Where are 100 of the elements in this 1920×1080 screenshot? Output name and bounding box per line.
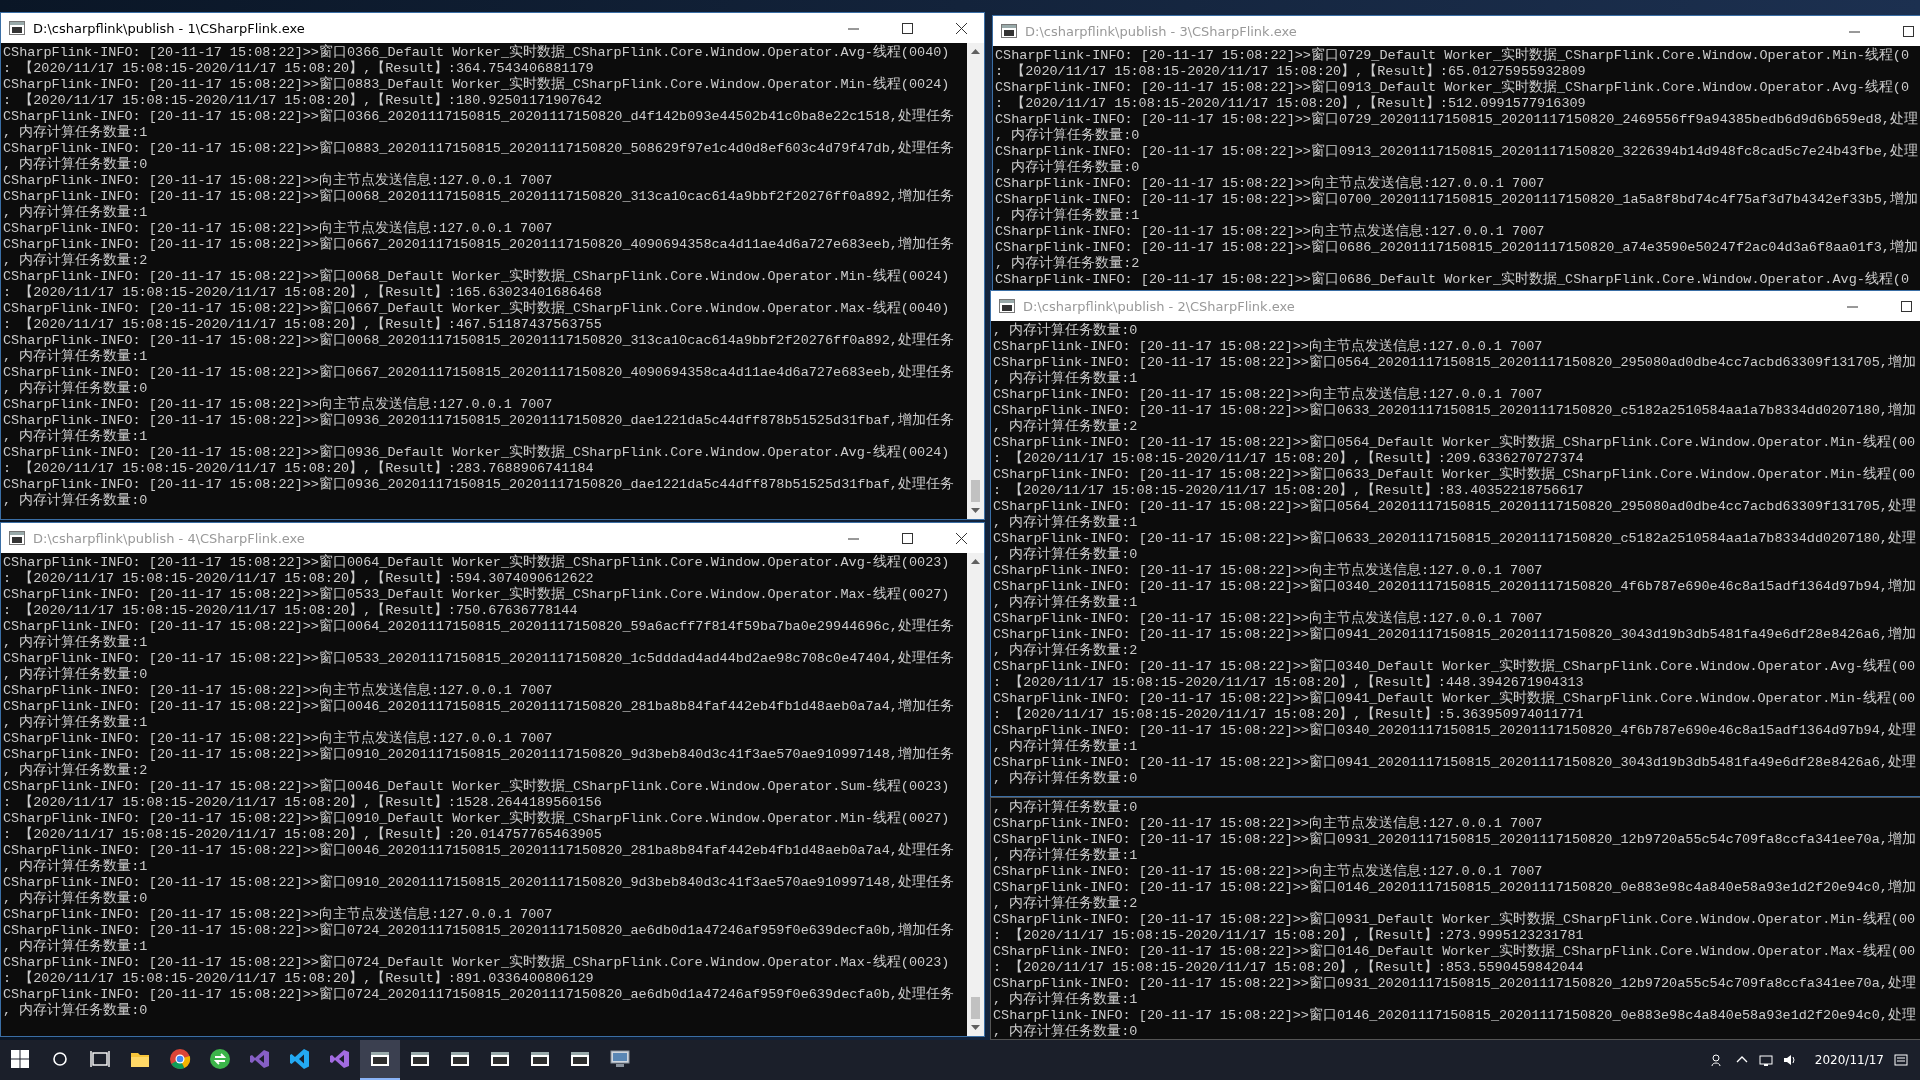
- console-line: CSharpFlink-INFO: [20-11-17 15:08:22]>>窗口0931_Default Worker_实时数据_CSharpFlink.Core.Window.Operator.Min-线程(00: [993, 912, 1917, 927]
- console-line: , 内存计算任务数量:1: [993, 515, 1139, 531]
- console-line: CSharpFlink-INFO: [20-11-17 15:08:22]>>向主节点发送信息:127.0.0.1 7007: [995, 224, 1546, 239]
- console-line: CSharpFlink-INFO: [20-11-17 15:08:22]>>窗口0910_20201117150815_20201117150820_9d3beb840d3c41f3ae570ae910997148,增加任务: [3, 747, 955, 762]
- arrow-up-icon[interactable]: [971, 557, 980, 566]
- console-line: , 内存计算任务数量:0: [993, 547, 1139, 563]
- console-line: , 内存计算任务数量:1: [993, 595, 1139, 611]
- console-line: CSharpFlink-INFO: [20-11-17 15:08:22]>>窗口0667_20201117150815_20201117150820_4090694358ca4d11ae4d6a727e683eeb,处理任务: [3, 365, 955, 380]
- console-line: CSharpFlink-INFO: [20-11-17 15:08:22]>>向主节点发送信息:127.0.0.1 7007: [3, 397, 554, 412]
- console-line: CSharpFlink-INFO: [20-11-17 15:08:22]>>窗口0700_20201117150815_20201117150820_1a5a8f8bd74c4f75af3d7b4342ef33b5,增加: [995, 192, 1919, 207]
- console-line: CSharpFlink-INFO: [20-11-17 15:08:22]>>窗口0046_20201117150815_20201117150820_281ba8b84faf442eb4fb1d48aeb0a7a4,处理任务: [3, 843, 955, 858]
- console-line: : 【2020/11/17 15:08:15-2020/11/17 15:08:20】,【Result】:364.7543406881179: [3, 61, 595, 76]
- console-line: CSharpFlink-INFO: [20-11-17 15:08:22]>>窗口0068_20201117150815_20201117150820_313ca10cac614a9bbf2f20276ff0a892,增加任务: [3, 189, 955, 204]
- console-line: CSharpFlink-INFO: [20-11-17 15:08:22]>>窗口0564_Default Worker_实时数据_CSharpFlink.Core.Window.Operator.Min-线程(00: [993, 435, 1917, 450]
- console-line: : 【2020/11/17 15:08:15-2020/11/17 15:08:20】,【Result】:853.5590459842044: [993, 960, 1585, 975]
- console-line: CSharpFlink-INFO: [20-11-17 15:08:22]>>窗口0633_Default Worker_实时数据_CSharpFlink.Core.Window.Operator.Min-线程(00: [993, 467, 1917, 482]
- arrow-up-icon[interactable]: [971, 47, 980, 56]
- console-line: , 内存计算任务数量:1: [993, 739, 1139, 755]
- console-line: CSharpFlink-INFO: [20-11-17 15:08:22]>>向主节点发送信息:127.0.0.1 7007: [993, 339, 1544, 354]
- task-view-icon: [89, 1048, 111, 1070]
- code-editor-icon: [289, 1048, 311, 1070]
- console-line: CSharpFlink-INFO: [20-11-17 15:08:22]>>窗口0146_20201117150815_20201117150820_0e883e98c4a840e58a93e1d2f20e94c0,处理: [993, 1008, 1917, 1023]
- console-line: , 内存计算任务数量:0: [3, 381, 149, 397]
- console-line: CSharpFlink-INFO: [20-11-17 15:08:22]>>窗口0724_20201117150815_20201117150820_ae6db0d1a47246af959f0e639decfa0b,处理任务: [3, 987, 955, 1002]
- console-line: CSharpFlink-INFO: [20-11-17 15:08:22]>>窗口0340_20201117150815_20201117150820_4f6b787e690e46c8a15adf1364d97b94,增加: [993, 579, 1917, 594]
- console-line: , 内存计算任务数量:0: [3, 1003, 149, 1019]
- console-line: CSharpFlink-INFO: [20-11-17 15:08:22]>>向主节点发送信息:127.0.0.1 7007: [993, 816, 1544, 831]
- maximize-icon: [1902, 25, 1914, 37]
- console-line: CSharpFlink-INFO: [20-11-17 15:08:22]>>向主节点发送信息:127.0.0.1 7007: [993, 611, 1544, 626]
- maximize-icon: [1900, 300, 1912, 312]
- taskbar-button[interactable]: [360, 1040, 400, 1080]
- console-line: : 【2020/11/17 15:08:15-2020/11/17 15:08:20】,【Result】:20.014757765463905: [3, 827, 603, 842]
- console-line: : 【2020/11/17 15:08:15-2020/11/17 15:08:20】,【Result】:891.0336400806129: [3, 971, 595, 986]
- console-line: , 内存计算任务数量:1: [3, 429, 149, 445]
- console-icon: [1001, 24, 1017, 38]
- console-line: CSharpFlink-INFO: [20-11-17 15:08:22]>>窗口0146_20201117150815_20201117150820_0e883e98c4a840e58a93e1d2f20e94c0,增加: [993, 880, 1917, 895]
- console-icon: [9, 531, 25, 545]
- console-line: CSharpFlink-INFO: [20-11-17 15:08:22]>>窗口0686_Default Worker_实时数据_CSharpFlink.Core.Window.Operator.Avg-线程(0: [995, 272, 1911, 288]
- console-line: , 内存计算任务数量:1: [995, 208, 1141, 224]
- console-line: CSharpFlink-INFO: [20-11-17 15:08:22]>>窗口0046_Default Worker_实时数据_CSharpFlink.Core.Window.Operator.Sum-线程(0023): [3, 779, 951, 794]
- console-line: CSharpFlink-INFO: [20-11-17 15:08:22]>>向主节点发送信息:127.0.0.1 7007: [993, 387, 1544, 402]
- console-line: : 【2020/11/17 15:08:15-2020/11/17 15:08:20】,【Result】:65.01275955932809: [995, 64, 1587, 79]
- console-line: CSharpFlink-INFO: [20-11-17 15:08:22]>>向主节点发送信息:127.0.0.1 7007: [3, 731, 554, 746]
- console-line: , 内存计算任务数量:0: [3, 157, 149, 173]
- sync-arrows-icon: [209, 1048, 231, 1070]
- console-line: , 内存计算任务数量:2: [993, 419, 1139, 435]
- monitor-icon: [609, 1048, 631, 1070]
- infinity-icon: [329, 1048, 351, 1070]
- arrow-down-icon[interactable]: [971, 1023, 980, 1032]
- window-title: D:\csharpflink\publish - 1\CSharpFlink.exe: [33, 20, 306, 36]
- console-line: CSharpFlink-INFO: [20-11-17 15:08:22]>>向主节点发送信息:127.0.0.1 7007: [3, 221, 554, 236]
- console-line: CSharpFlink-INFO: [20-11-17 15:08:22]>>窗口0633_20201117150815_20201117150820_c5182a2510584aa1a7b8334dd0207180,处理: [993, 531, 1917, 546]
- console-line: , 内存计算任务数量:1: [3, 349, 149, 365]
- console-line: , 内存计算任务数量:2: [993, 643, 1139, 659]
- maximize-icon: [901, 22, 913, 34]
- volume-icon[interactable]: [1782, 1053, 1797, 1067]
- console-line: CSharpFlink-INFO: [20-11-17 15:08:22]>>窗口0064_Default Worker_实时数据_CSharpFlink.Core.Window.Operator.Avg-线程(0023): [3, 555, 951, 570]
- console-line: , 内存计算任务数量:0: [993, 1024, 1139, 1039]
- close-icon: [955, 532, 967, 544]
- console-icon: [999, 299, 1015, 313]
- console-line: CSharpFlink-INFO: [20-11-17 15:08:22]>>窗口0936_Default Worker_实时数据_CSharpFlink.Core.Window.Operator.Avg-线程(0024): [3, 445, 951, 460]
- console-line: CSharpFlink-INFO: [20-11-17 15:08:22]>>窗口0729_Default Worker_实时数据_CSharpFlink.Core.Window.Operator.Min-线程(0: [995, 48, 1911, 63]
- scrollbar[interactable]: [967, 43, 984, 519]
- console-line: : 【2020/11/17 15:08:15-2020/11/17 15:08:20】,【Result】:512.0991577916309: [995, 96, 1587, 111]
- console-line: : 【2020/11/17 15:08:15-2020/11/17 15:08:20】,【Result】:83.40352218756617: [993, 483, 1585, 498]
- console-line: , 内存计算任务数量:1: [3, 205, 149, 221]
- console-line: , 内存计算任务数量:2: [993, 896, 1139, 912]
- console-line: , 内存计算任务数量:0: [3, 493, 149, 509]
- console-line: CSharpFlink-INFO: [20-11-17 15:08:22]>>向主节点发送信息:127.0.0.1 7007: [993, 864, 1544, 879]
- notification-icon[interactable]: [1894, 1053, 1908, 1067]
- console-line: : 【2020/11/17 15:08:15-2020/11/17 15:08:20】,【Result】:209.6336270727374: [993, 451, 1585, 466]
- console-line: CSharpFlink-INFO: [20-11-17 15:08:22]>>窗口0146_Default Worker_实时数据_CSharpFlink.Core.Window.Operator.Max-线程(00: [993, 944, 1917, 959]
- console-line: CSharpFlink-INFO: [20-11-17 15:08:22]>>窗口0913_Default Worker_实时数据_CSharpFlink.Core.Window.Operator.Avg-线程(0: [995, 80, 1911, 95]
- windows-logo-icon: [9, 1048, 31, 1070]
- console-line: : 【2020/11/17 15:08:15-2020/11/17 15:08:20】,【Result】:283.7688906741184: [3, 461, 595, 476]
- console-line: CSharpFlink-INFO: [20-11-17 15:08:22]>>窗口0883_Default Worker_实时数据_CSharpFlink.Core.Window.Operator.Min-线程(0024): [3, 77, 951, 92]
- console-line: CSharpFlink-INFO: [20-11-17 15:08:22]>>向主节点发送信息:127.0.0.1 7007: [993, 563, 1544, 578]
- console-line: , 内存计算任务数量:1: [3, 125, 149, 141]
- scrollbar[interactable]: [967, 553, 984, 1036]
- console-icon: [9, 21, 25, 35]
- console-line: CSharpFlink-INFO: [20-11-17 15:08:22]>>窗口0910_20201117150815_20201117150820_9d3beb840d3c41f3ae570ae910997148,处理任务: [3, 875, 955, 890]
- console-line: CSharpFlink-INFO: [20-11-17 15:08:22]>>窗口0533_20201117150815_20201117150820_1c5dddad4ad44bd2ae98c708c0e47404,处理任务: [3, 651, 955, 666]
- console-line: , 内存计算任务数量:1: [3, 635, 149, 651]
- console-line: CSharpFlink-INFO: [20-11-17 15:08:22]>>窗口0931_20201117150815_20201117150820_12b9720a55c54c709fa8ccfa341ee70a,增加: [993, 832, 1917, 847]
- console-line: CSharpFlink-INFO: [20-11-17 15:08:22]>>窗口0564_20201117150815_20201117150820_295080ad0dbe4cc7acbd63309f131705,处理: [993, 499, 1917, 514]
- console-line: , 内存计算任务数量:0: [3, 891, 149, 907]
- console-line: CSharpFlink-INFO: [20-11-17 15:08:22]>>窗口0931_20201117150815_20201117150820_12b9720a55c54c709fa8ccfa341ee70a,处理: [993, 976, 1917, 991]
- network-icon[interactable]: [1758, 1053, 1773, 1067]
- console-line: , 内存计算任务数量:1: [3, 715, 149, 731]
- console-line: , 内存计算任务数量:0: [995, 160, 1141, 176]
- console-line: CSharpFlink-INFO: [20-11-17 15:08:22]>>窗口0910_Default Worker_实时数据_CSharpFlink.Core.Window.Operator.Min-线程(0027): [3, 811, 951, 826]
- console-line: : 【2020/11/17 15:08:15-2020/11/17 15:08:20】,【Result】:273.9995123231781: [993, 928, 1585, 943]
- scrollbar-thumb[interactable]: [971, 997, 980, 1019]
- scrollbar-thumb[interactable]: [971, 480, 980, 502]
- console-line: CSharpFlink-INFO: [20-11-17 15:08:22]>>窗口0686_20201117150815_20201117150820_a74e3590e50247f2ac04d3a6f8aa01f3,增加: [995, 240, 1919, 255]
- browser-icon: [169, 1048, 191, 1070]
- console-line: CSharpFlink-INFO: [20-11-17 15:08:22]>>窗口0936_20201117150815_20201117150820_dae1221da5c44dff878b51525d31fbaf,增加任务: [3, 413, 955, 428]
- console-line: : 【2020/11/17 15:08:15-2020/11/17 15:08:20】,【Result】:594.3074090612622: [3, 571, 595, 586]
- console-line: , 内存计算任务数量:2: [995, 256, 1141, 272]
- arrow-down-icon[interactable]: [971, 506, 980, 515]
